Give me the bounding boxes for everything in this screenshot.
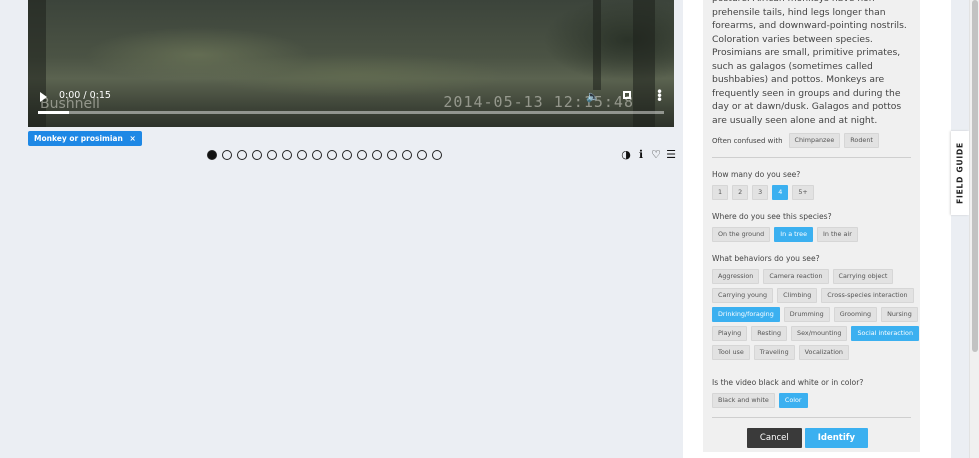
location-option-button[interactable]: On the ground xyxy=(712,227,771,242)
behavior-option-button[interactable]: Climbing xyxy=(777,288,818,303)
scrollbar-thumb[interactable] xyxy=(972,0,978,352)
subject-dot[interactable] xyxy=(432,150,442,160)
subject-tools: ◑ ℹ ♡ ☰ xyxy=(621,148,676,161)
where-options: On the ground In a tree In the air xyxy=(712,227,911,242)
behavior-option-button[interactable]: Playing xyxy=(712,326,748,341)
subject-dot[interactable] xyxy=(312,150,322,160)
confused-with-row: Often confused with Chimpanzee Rodent xyxy=(712,133,911,148)
video-progress-fill xyxy=(38,111,70,114)
question-color: Is the video black and white or in color… xyxy=(712,378,864,387)
subject-dot[interactable] xyxy=(267,150,277,160)
more-options-icon[interactable]: • • • xyxy=(656,86,663,106)
behavior-options: Aggression Camera reaction Carrying object… xyxy=(712,269,920,360)
video-time: 0:00 / 0:15 xyxy=(59,90,111,101)
behavior-option-button[interactable]: Carrying young xyxy=(712,288,774,303)
subject-dot[interactable] xyxy=(252,150,262,160)
selected-species-label: Monkey or prosimian xyxy=(34,134,123,143)
confused-with-button[interactable]: Chimpanzee xyxy=(788,133,841,148)
question-behaviors: What behaviors do you see? xyxy=(712,254,820,263)
list-icon[interactable]: ☰ xyxy=(666,148,676,161)
behavior-row: Drinking/foraging Drumming Grooming Nursing xyxy=(712,307,918,322)
species-description: posture. African monkeys have non-prehen… xyxy=(712,0,907,126)
subject-dot[interactable] xyxy=(387,150,397,160)
remove-tag-icon[interactable]: × xyxy=(129,134,135,143)
confused-with-button[interactable]: Rodent xyxy=(844,133,879,148)
subject-dot[interactable] xyxy=(372,150,382,160)
video-controls xyxy=(28,87,674,127)
divider xyxy=(712,417,911,418)
subject-dot[interactable] xyxy=(342,150,352,160)
behavior-option-button[interactable]: Traveling xyxy=(753,345,795,360)
behavior-option-button[interactable]: Carrying object xyxy=(832,269,894,284)
behavior-option-button[interactable]: Grooming xyxy=(833,307,878,322)
how-many-options: 1 2 3 4 5+ xyxy=(712,185,911,200)
behavior-option-button[interactable]: Vocalization xyxy=(798,345,849,360)
behavior-option-button[interactable]: Social interaction xyxy=(851,326,920,341)
identify-button[interactable]: Identify xyxy=(804,428,868,448)
count-option-button[interactable]: 1 xyxy=(712,185,729,200)
count-option-button[interactable]: 4 xyxy=(772,185,789,200)
behavior-option-button[interactable]: Drumming xyxy=(783,307,830,322)
field-guide-tab[interactable]: FIELD GUIDE xyxy=(951,131,969,215)
selected-species-tag: Monkey or prosimian × xyxy=(28,131,142,146)
subject-dot[interactable] xyxy=(297,150,307,160)
info-icon[interactable]: ℹ xyxy=(636,148,646,161)
subject-dot[interactable] xyxy=(327,150,337,160)
color-option-button[interactable]: Black and white xyxy=(712,393,775,408)
play-icon[interactable] xyxy=(40,92,47,102)
count-option-button[interactable]: 2 xyxy=(732,185,749,200)
video-progress-bar[interactable] xyxy=(38,111,664,114)
color-options: Black and white Color xyxy=(712,393,911,408)
field-guide-label: FIELD GUIDE xyxy=(955,142,965,204)
volume-icon[interactable]: 🔈 xyxy=(586,90,600,103)
subject-dot[interactable] xyxy=(417,150,427,160)
color-option-button[interactable]: Color xyxy=(778,393,808,408)
video-player[interactable]: Bushnell 2014-05-13 12:15:48 0:00 / 0:15… xyxy=(28,0,674,127)
heart-icon[interactable]: ♡ xyxy=(651,148,661,161)
subject-pager xyxy=(207,150,442,160)
task-panel: posture. African monkeys have non-prehen… xyxy=(703,0,920,452)
divider xyxy=(712,157,911,158)
location-option-button[interactable]: In a tree xyxy=(774,227,814,242)
cancel-button[interactable]: Cancel xyxy=(746,428,802,448)
action-buttons: Cancel Identify xyxy=(712,428,911,448)
page-scrollbar[interactable] xyxy=(969,0,979,458)
location-option-button[interactable]: In the air xyxy=(817,227,858,242)
behavior-option-button[interactable]: Cross-species interaction xyxy=(821,288,914,303)
confused-with-label: Often confused with xyxy=(712,136,783,145)
count-option-button[interactable]: 3 xyxy=(752,185,769,200)
subject-dot[interactable] xyxy=(237,150,247,160)
behavior-option-button[interactable]: Camera reaction xyxy=(763,269,829,284)
question-how-many: How many do you see? xyxy=(712,170,801,179)
subject-dot[interactable] xyxy=(357,150,367,160)
behavior-row: Tool use Traveling Vocalization xyxy=(712,345,911,360)
behavior-option-button[interactable]: Tool use xyxy=(712,345,750,360)
behavior-option-button[interactable]: Resting xyxy=(751,326,788,341)
subject-dot[interactable] xyxy=(207,150,217,160)
question-where: Where do you see this species? xyxy=(712,212,832,221)
behavior-row: Playing Resting Sex/mounting Social interac… xyxy=(712,326,920,341)
behavior-option-button[interactable]: Nursing xyxy=(881,307,918,322)
fullscreen-icon[interactable] xyxy=(623,91,631,99)
count-option-button[interactable]: 5+ xyxy=(792,185,814,200)
subject-dot[interactable] xyxy=(282,150,292,160)
behavior-row: Carrying young Climbing Cross-species inte… xyxy=(712,288,914,303)
contrast-icon[interactable]: ◑ xyxy=(621,148,631,161)
behavior-option-button[interactable]: Aggression xyxy=(712,269,760,284)
behavior-option-button[interactable]: Sex/mounting xyxy=(791,326,848,341)
subject-dot[interactable] xyxy=(222,150,232,160)
behavior-option-button[interactable]: Drinking/foraging xyxy=(712,307,780,322)
subject-dot[interactable] xyxy=(402,150,412,160)
behavior-row: Aggression Camera reaction Carrying object xyxy=(712,269,911,284)
